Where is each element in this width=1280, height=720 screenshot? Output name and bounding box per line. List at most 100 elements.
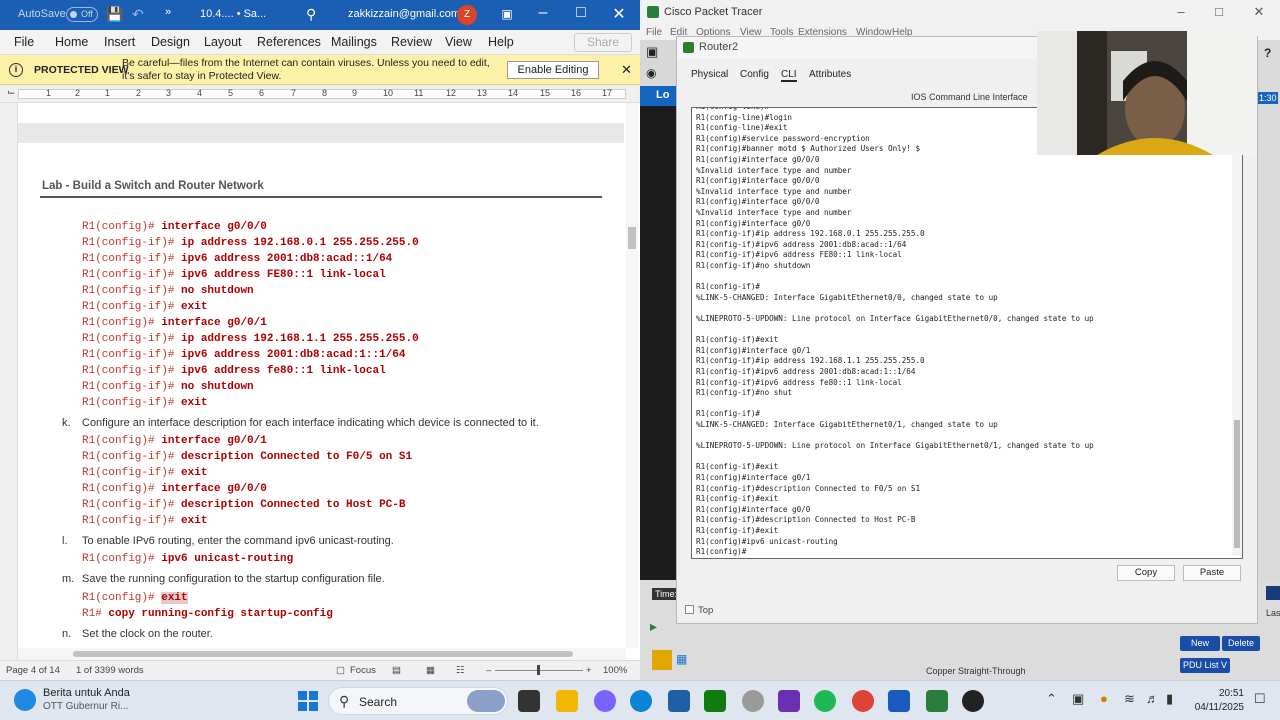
chrome-icon[interactable] — [852, 690, 874, 712]
microphone-icon[interactable]: ● — [1100, 691, 1108, 706]
customize-toolbar-icon[interactable]: » — [165, 6, 171, 18]
ribbon-display-icon[interactable]: ▣ — [492, 7, 522, 21]
close-icon[interactable]: ✕ — [621, 62, 632, 78]
search-icon[interactable]: ⚲ — [306, 6, 316, 23]
tab-home[interactable]: Home — [55, 35, 88, 49]
print-layout-icon[interactable]: ▦ — [426, 665, 435, 676]
taskbar-search[interactable]: ⚲ Search — [328, 687, 508, 715]
scroll-thumb[interactable] — [1234, 420, 1240, 548]
news-title[interactable]: Berita untuk Anda — [43, 687, 130, 699]
minimize-icon[interactable]: – — [528, 4, 558, 22]
vertical-ruler[interactable] — [0, 103, 18, 660]
focus-icon[interactable]: ▢ — [336, 665, 345, 676]
tab-physical[interactable]: Physical — [691, 69, 728, 80]
file-explorer-icon[interactable] — [556, 690, 578, 712]
volume-icon[interactable]: ♬ — [1146, 691, 1159, 706]
zoom-in-icon[interactable]: + — [586, 665, 592, 676]
terminal-line: R1(config-if)#exit — [696, 462, 779, 472]
app-icon[interactable] — [778, 690, 800, 712]
avatar[interactable]: Z — [457, 5, 477, 25]
page-count[interactable]: Page 4 of 14 — [6, 665, 60, 676]
news-subtitle[interactable]: OTT Gubernur Ri... — [43, 701, 128, 712]
undo-icon[interactable]: ↶ — [132, 6, 144, 23]
horizontal-scrollbar[interactable] — [18, 648, 626, 660]
tray-app-icon[interactable]: ▣ — [1072, 691, 1084, 707]
app-icon[interactable] — [962, 690, 984, 712]
edge-icon[interactable] — [630, 690, 652, 712]
logical-canvas[interactable] — [640, 106, 676, 586]
word-count[interactable]: 1 of 3399 words — [76, 665, 144, 676]
last-status-label: Las — [1266, 608, 1280, 618]
battery-icon[interactable]: ▮ — [1166, 691, 1173, 707]
clock[interactable]: 20:51 04/11/2025 — [1188, 687, 1244, 715]
packet-tracer-taskbar-icon[interactable] — [926, 690, 948, 712]
vertical-scrollbar[interactable] — [626, 103, 638, 648]
checkbox-box[interactable] — [685, 605, 694, 614]
tab-cli[interactable]: CLI — [781, 69, 797, 82]
device-category-icon[interactable]: ▸ — [650, 618, 657, 635]
chevron-up-icon[interactable]: ⌃ — [1046, 691, 1057, 707]
close-icon[interactable]: ✕ — [1244, 4, 1274, 20]
zoom-level[interactable]: 100% — [603, 665, 627, 676]
settings-icon[interactable] — [742, 690, 764, 712]
new-scenario-button[interactable]: New — [1180, 636, 1220, 651]
top-checkbox[interactable]: Top — [685, 605, 713, 616]
start-windows-icon[interactable] — [298, 691, 318, 711]
tab-config[interactable]: Config — [740, 69, 769, 80]
event-list-icon[interactable] — [1266, 586, 1280, 600]
tab-selector-icon[interactable]: ⌙ — [7, 87, 15, 98]
copy-button[interactable]: Copy — [1117, 565, 1175, 581]
copilot-icon[interactable] — [594, 690, 616, 712]
task-view-icon[interactable] — [518, 690, 540, 712]
store-icon[interactable] — [668, 690, 690, 712]
scroll-thumb[interactable] — [628, 227, 636, 249]
scroll-thumb[interactable] — [73, 651, 573, 657]
tab-layout[interactable]: Layout — [204, 35, 242, 49]
connections-icon[interactable] — [652, 650, 672, 670]
enable-editing-button[interactable]: Enable Editing — [507, 61, 599, 79]
menu-file[interactable]: File — [646, 27, 662, 38]
protected-view-label: PROTECTED VIEW — [34, 64, 129, 76]
logical-tab[interactable]: Lo — [640, 86, 676, 106]
notification-icon[interactable]: ☐ — [1254, 691, 1266, 707]
save-icon[interactable]: 💾 — [106, 6, 123, 23]
tab-view[interactable]: View — [445, 35, 472, 49]
tab-file[interactable]: File — [14, 35, 34, 49]
maximize-icon[interactable]: □ — [566, 4, 596, 22]
read-mode-icon[interactable]: ▤ — [392, 665, 401, 676]
tab-review[interactable]: Review — [391, 35, 432, 49]
new-file-icon[interactable]: ▣ — [646, 44, 658, 60]
paste-button[interactable]: Paste — [1183, 565, 1241, 581]
document-name[interactable]: 10.4.... • Sa... — [200, 8, 266, 20]
tab-mailings[interactable]: Mailings — [331, 35, 377, 49]
tab-design[interactable]: Design — [151, 35, 190, 49]
wifi-icon[interactable]: ≋ — [1124, 691, 1135, 707]
focus-button[interactable]: Focus — [350, 665, 376, 676]
realtime-icon[interactable]: ◉ — [646, 66, 656, 80]
account-email[interactable]: zakkizzain@gmail.com — [348, 8, 460, 20]
pdu-list-button[interactable]: PDU List V — [1180, 658, 1230, 673]
zoom-out-icon[interactable]: – — [486, 665, 491, 676]
xbox-icon[interactable] — [704, 690, 726, 712]
delete-scenario-button[interactable]: Delete — [1222, 636, 1260, 651]
document-page[interactable]: Lab - Build a Switch and Router Network … — [18, 103, 624, 648]
zoom-slider-thumb[interactable] — [537, 665, 540, 675]
tab-references[interactable]: References — [257, 35, 321, 49]
horizontal-ruler[interactable]: ⌙ 1 2 1 2 3 4 5 6 7 8 9 10 11 12 13 14 1… — [0, 85, 640, 103]
autosave-toggle[interactable]: Off — [66, 7, 98, 22]
device-icon[interactable]: ▦ — [676, 652, 687, 666]
share-button[interactable]: Share — [574, 33, 632, 52]
tab-insert[interactable]: Insert — [104, 35, 135, 49]
tab-help[interactable]: Help — [488, 35, 514, 49]
close-icon[interactable]: ✕ — [604, 4, 634, 24]
tab-attributes[interactable]: Attributes — [809, 69, 851, 80]
cli-terminal[interactable]: R1(config-line)#R1(config-line)#loginR1(… — [691, 107, 1243, 559]
news-widget-icon[interactable] — [14, 689, 36, 711]
help-icon[interactable]: ? — [1264, 46, 1271, 60]
spotify-icon[interactable] — [814, 690, 836, 712]
word-icon[interactable] — [888, 690, 910, 712]
web-layout-icon[interactable]: ☷ — [456, 665, 465, 676]
minimize-icon[interactable]: – — [1166, 4, 1196, 19]
terminal-scrollbar[interactable] — [1232, 110, 1242, 556]
maximize-icon[interactable]: □ — [1204, 4, 1234, 19]
